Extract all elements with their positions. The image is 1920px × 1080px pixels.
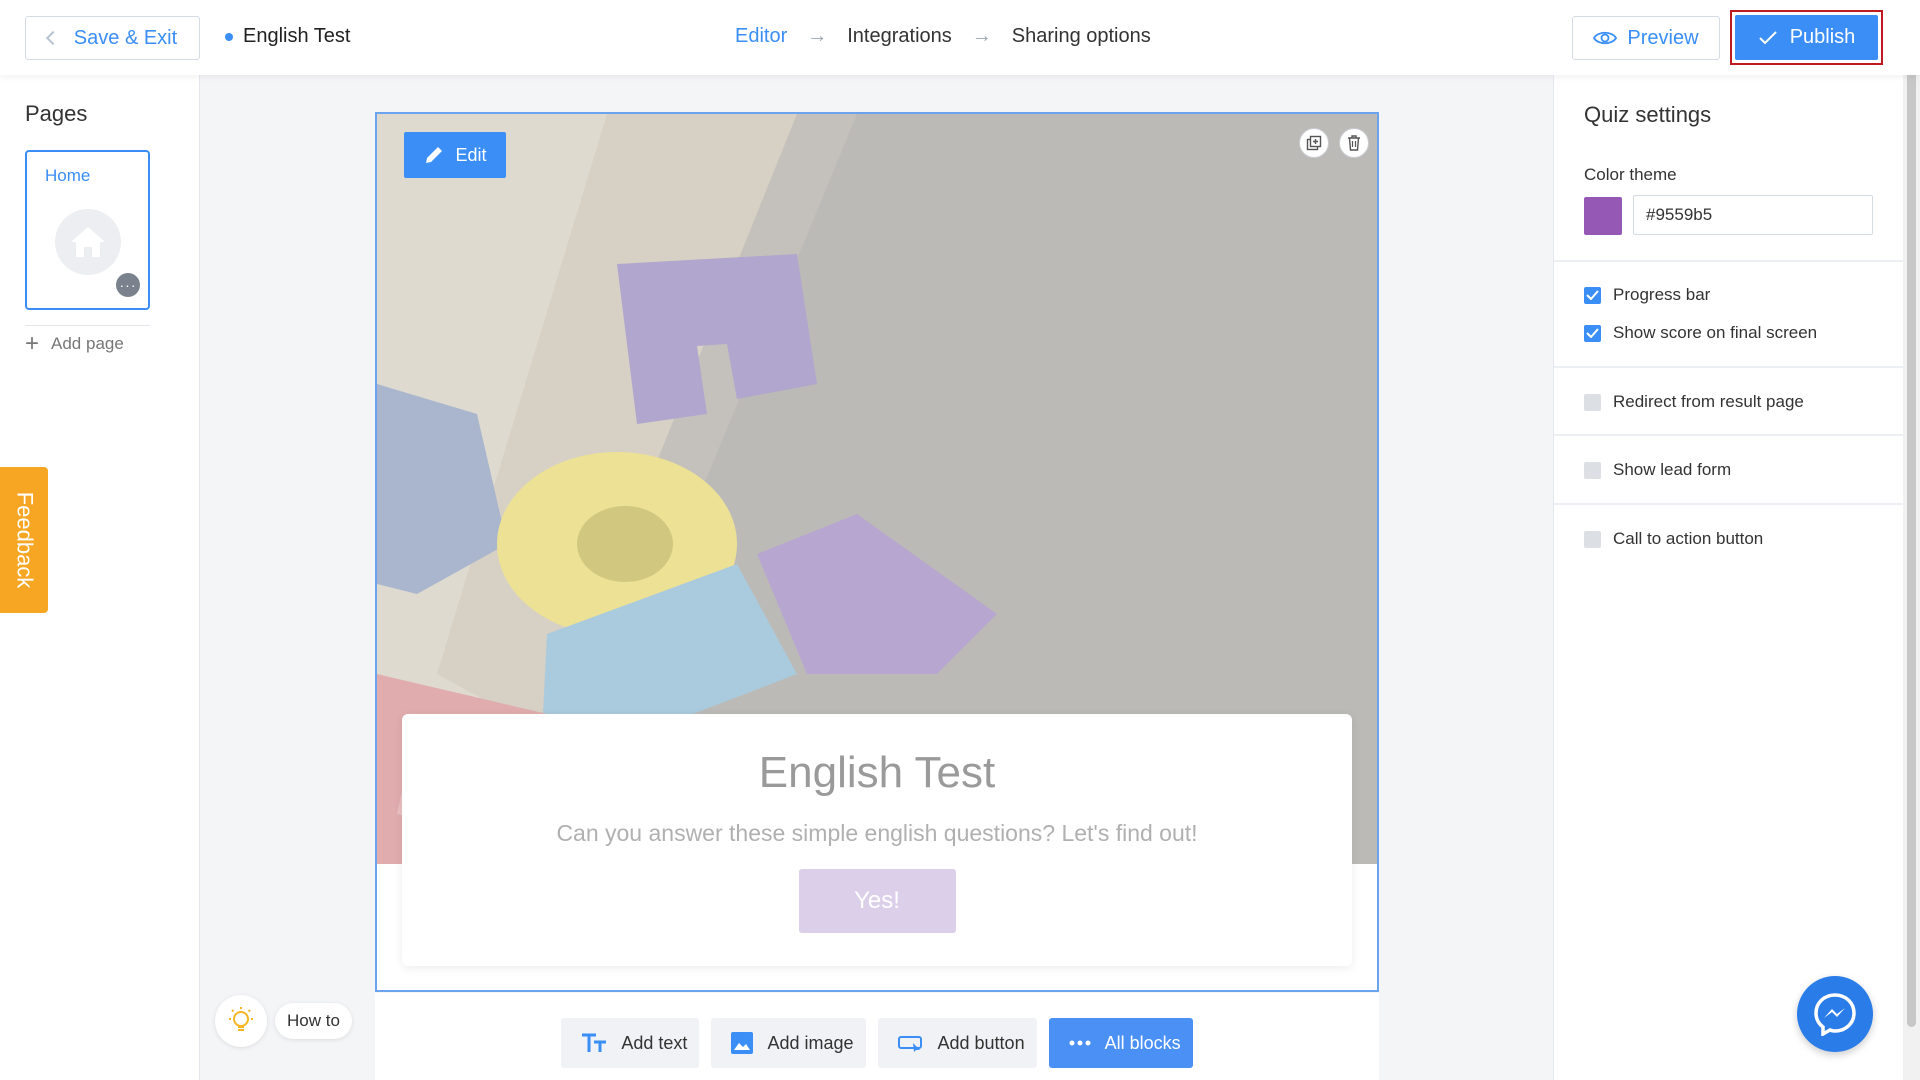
add-text-label: Add text: [621, 1032, 688, 1053]
option-label: Redirect from result page: [1613, 392, 1804, 411]
publish-highlight: Publish: [1730, 10, 1883, 65]
welcome-card: English Test Can you answer these simple…: [402, 714, 1352, 966]
option-lead-form[interactable]: Show lead form: [1584, 460, 1731, 480]
option-label: Show score on final screen: [1613, 323, 1818, 342]
arrow-right-icon: →: [807, 25, 828, 47]
quiz-subtitle: Can you answer these simple english ques…: [556, 820, 1198, 846]
publish-button[interactable]: Publish: [1735, 15, 1878, 60]
how-to-widget[interactable]: How to: [215, 995, 352, 1047]
checkbox-unchecked[interactable]: [1584, 530, 1601, 548]
how-to-label: How to: [275, 1003, 352, 1039]
step-editor[interactable]: Editor: [735, 25, 787, 48]
scrollbar-thumb[interactable]: [1907, 2, 1916, 1027]
color-hex-input[interactable]: [1633, 195, 1873, 235]
option-cta-button[interactable]: Call to action button: [1584, 529, 1763, 549]
page-label: Home: [45, 166, 91, 185]
add-button-button[interactable]: Add button: [877, 1018, 1037, 1068]
messenger-chat-icon[interactable]: [1797, 976, 1873, 1052]
eye-icon: [1593, 31, 1618, 45]
all-blocks-label: All blocks: [1104, 1032, 1181, 1053]
quiz-title: English Test: [758, 748, 996, 797]
divider: [1554, 260, 1904, 262]
duplicate-icon[interactable]: [1299, 128, 1329, 158]
checkbox-unchecked[interactable]: [1584, 461, 1601, 479]
pencil-icon: [426, 147, 443, 163]
divider: [1554, 366, 1904, 368]
lightbulb-icon: [215, 995, 267, 1047]
document-title-text: English Test: [243, 25, 351, 47]
all-blocks-button[interactable]: All blocks: [1048, 1018, 1193, 1068]
add-page-button[interactable]: + Add page: [25, 330, 124, 358]
document-title: English Test: [225, 25, 350, 48]
option-show-score[interactable]: Show score on final screen: [1584, 323, 1817, 343]
preview-button[interactable]: Preview: [1572, 16, 1720, 60]
save-exit-button[interactable]: Save & Exit: [25, 16, 200, 60]
color-theme-label: Color theme: [1584, 165, 1677, 184]
save-exit-label: Save & Exit: [73, 26, 178, 49]
checkbox-checked[interactable]: [1584, 324, 1601, 342]
top-header: Save & Exit English Test Editor → Integr…: [0, 0, 1920, 75]
edit-label: Edit: [455, 144, 487, 165]
more-dots-icon: [1069, 1040, 1091, 1046]
pages-title: Pages: [25, 101, 88, 126]
option-label: Show lead form: [1613, 460, 1732, 479]
checkbox-unchecked[interactable]: [1584, 393, 1601, 411]
publish-label: Publish: [1789, 26, 1856, 48]
divider: [1554, 503, 1904, 505]
chevron-left-icon: [45, 30, 60, 46]
option-progress-bar[interactable]: Progress bar: [1584, 285, 1710, 305]
page-more-options[interactable]: ···: [116, 273, 140, 297]
step-integrations[interactable]: Integrations: [847, 25, 952, 48]
option-redirect[interactable]: Redirect from result page: [1584, 392, 1804, 412]
add-text-button[interactable]: Add text: [561, 1018, 700, 1068]
step-sharing-options[interactable]: Sharing options: [1012, 25, 1151, 48]
home-icon: [55, 209, 121, 275]
add-image-label: Add image: [767, 1032, 854, 1053]
step-navigation: Editor → Integrations → Sharing options: [735, 25, 1151, 48]
check-icon: [1758, 30, 1777, 44]
button-icon: [897, 1036, 922, 1052]
option-label: Call to action button: [1613, 529, 1764, 548]
settings-title: Quiz settings: [1584, 102, 1712, 127]
arrow-right-icon: →: [971, 25, 992, 47]
divider: [1554, 434, 1904, 436]
add-button-label: Add button: [937, 1032, 1025, 1053]
trash-icon[interactable]: [1339, 128, 1369, 158]
text-icon: [582, 1033, 607, 1052]
page-canvas: Edit English Test Can you answer these s…: [375, 112, 1379, 992]
status-dot-icon: [225, 32, 233, 41]
start-quiz-button[interactable]: Yes!: [798, 869, 956, 933]
color-swatch[interactable]: [1584, 197, 1622, 235]
preview-label: Preview: [1627, 26, 1699, 49]
plus-icon: +: [25, 330, 40, 357]
image-icon: [731, 1032, 754, 1054]
divider: [25, 325, 150, 326]
quiz-settings-panel: Quiz settings Color theme Progress bar S…: [1553, 75, 1904, 1080]
feedback-tab[interactable]: Feedback: [0, 467, 48, 613]
option-label: Progress bar: [1613, 285, 1711, 304]
page-scrollbar[interactable]: [1903, 0, 1920, 1080]
block-toolbar: Add text Add image Add button All blocks: [375, 993, 1379, 1080]
checkbox-checked[interactable]: [1584, 286, 1601, 304]
add-image-button[interactable]: Add image: [711, 1018, 866, 1068]
add-page-label: Add page: [51, 334, 124, 353]
feedback-label: Feedback: [12, 491, 37, 589]
edit-button[interactable]: Edit: [404, 132, 506, 178]
page-thumbnail-home[interactable]: Home ···: [25, 150, 150, 310]
